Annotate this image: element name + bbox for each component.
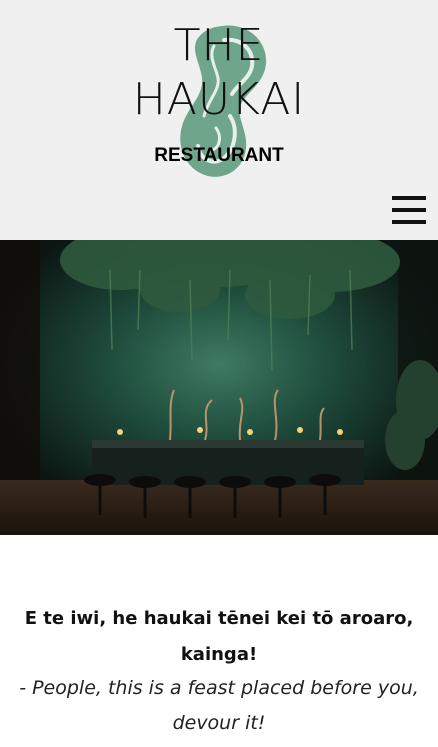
logo-title-line2: HAUKAI	[132, 74, 306, 125]
site-logo[interactable]: THE HAUKAI RESTAURANT	[0, 0, 438, 200]
quote-section: E te iwi, he haukai tēnei kei tō aroaro,…	[0, 535, 438, 747]
maori-proverb: E te iwi, he haukai tēnei kei tō aroaro,…	[24, 608, 414, 665]
hero-image	[0, 240, 438, 535]
site-header: THE HAUKAI RESTAURANT	[0, 0, 438, 240]
logo-title-line1: THE	[173, 20, 265, 71]
logo-subtitle: RESTAURANT	[154, 145, 284, 166]
dining-room-photo	[0, 240, 438, 535]
proverb-translation: - People, this is a feast placed before …	[19, 677, 419, 734]
hamburger-menu-icon[interactable]	[388, 194, 428, 226]
